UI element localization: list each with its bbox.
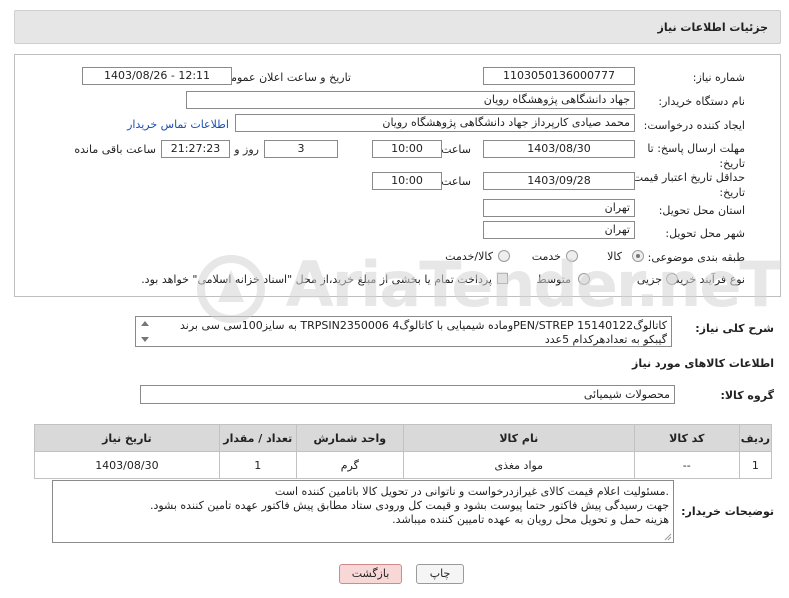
goods-group-label: گروه کالا: <box>720 389 774 402</box>
city-field[interactable]: تهران <box>483 221 635 239</box>
notes-textarea[interactable]: .مسئولیت اعلام قیمت کالای غیرازدرخواست و… <box>52 480 674 543</box>
table-row[interactable]: 1 -- مواد مغذی گرم 1 1403/08/30 <box>34 451 773 479</box>
notes-line-3: هزینه حمل و تحویل محل رویان به عهده تامی… <box>392 513 669 526</box>
province-field[interactable]: تهران <box>483 199 635 217</box>
page-title: جزئیات اطلاعات نیاز <box>657 21 769 34</box>
remaining-label: ساعت باقی مانده <box>74 143 156 156</box>
creator-field[interactable]: محمد صیادی کارپرداز جهاد دانشگاهی پژوهشگ… <box>235 114 635 132</box>
cell-code: -- <box>633 451 740 479</box>
goods-section-title: اطلاعات کالاهای مورد نیاز <box>632 357 774 370</box>
summary-scrollbar[interactable] <box>138 318 152 345</box>
cell-date: 1403/08/30 <box>34 451 220 479</box>
contact-link[interactable]: اطلاعات تماس خریدار <box>127 118 229 131</box>
deadline-time-field[interactable]: 10:00 <box>372 140 442 158</box>
days-field[interactable]: 3 <box>264 140 338 158</box>
remaining-time-field[interactable]: 21:27:23 <box>161 140 230 158</box>
cell-qty: 1 <box>218 451 297 479</box>
cell-unit: گرم <box>295 451 404 479</box>
notes-line-2: جهت رسیدگی پیش فاکتور حتما پیوست بشود و … <box>149 499 669 512</box>
deadline-label: مهلت ارسال پاسخ: تا تاریخ: <box>647 142 745 170</box>
announce-label: تاریخ و ساعت اعلان عمومی: <box>218 71 351 84</box>
col-row: ردیف <box>738 424 773 452</box>
col-date: تاریخ نیاز <box>34 424 220 452</box>
announce-field[interactable]: 1403/08/26 - 12:11 <box>82 67 232 85</box>
resize-handle-icon <box>664 533 672 541</box>
summary-line-2: گیبکو به تعدادهرکدام 5عدد <box>544 333 667 346</box>
watermark-shield-icon <box>197 254 265 323</box>
watermark-logo: AriaTender.neT <box>196 248 782 324</box>
deadline-date-field[interactable]: 1403/08/30 <box>483 140 635 158</box>
notes-label: توضیحات خریدار: <box>681 505 774 518</box>
col-unit: واحد شمارش <box>295 424 404 452</box>
col-code: کد کالا <box>633 424 740 452</box>
deadline-time-label: ساعت <box>441 143 471 156</box>
days-label: روز و <box>234 143 259 156</box>
scroll-arrows-icon <box>141 321 149 342</box>
validity-time-field[interactable]: 10:00 <box>372 172 442 190</box>
city-label: شهر محل تحویل: <box>665 227 745 240</box>
buyer-org-field[interactable]: جهاد دانشگاهی پژوهشگاه رویان <box>186 91 635 109</box>
cell-row: 1 <box>738 451 773 479</box>
col-qty: تعداد / مقدار <box>218 424 297 452</box>
province-label: استان محل تحویل: <box>658 204 745 217</box>
validity-date-field[interactable]: 1403/09/28 <box>483 172 635 190</box>
summary-label: شرح کلی نیاز: <box>695 322 774 335</box>
goods-group-field[interactable]: محصولات شیمیائی <box>140 385 675 404</box>
cell-name: مواد مغذی <box>402 451 635 479</box>
creator-label: ایجاد کننده درخواست: <box>643 119 745 132</box>
goods-table: ردیف کد کالا نام کالا واحد شمارش تعداد /… <box>34 424 773 479</box>
goods-table-header: ردیف کد کالا نام کالا واحد شمارش تعداد /… <box>34 424 773 452</box>
page-header: جزئیات اطلاعات نیاز <box>14 10 781 44</box>
notes-line-1: .مسئولیت اعلام قیمت کالای غیرازدرخواست و… <box>274 485 669 498</box>
need-number-label: شماره نیاز: <box>692 71 745 84</box>
buyer-org-label: نام دستگاه خریدار: <box>658 95 745 108</box>
watermark-text: AriaTender.neT <box>285 248 782 321</box>
print-button[interactable]: چاپ <box>416 564 464 584</box>
col-name: نام کالا <box>402 424 635 452</box>
back-button[interactable]: بازگشت <box>339 564 402 584</box>
validity-time-label: ساعت <box>441 175 471 188</box>
need-number-field[interactable]: 1103050136000777 <box>483 67 635 85</box>
